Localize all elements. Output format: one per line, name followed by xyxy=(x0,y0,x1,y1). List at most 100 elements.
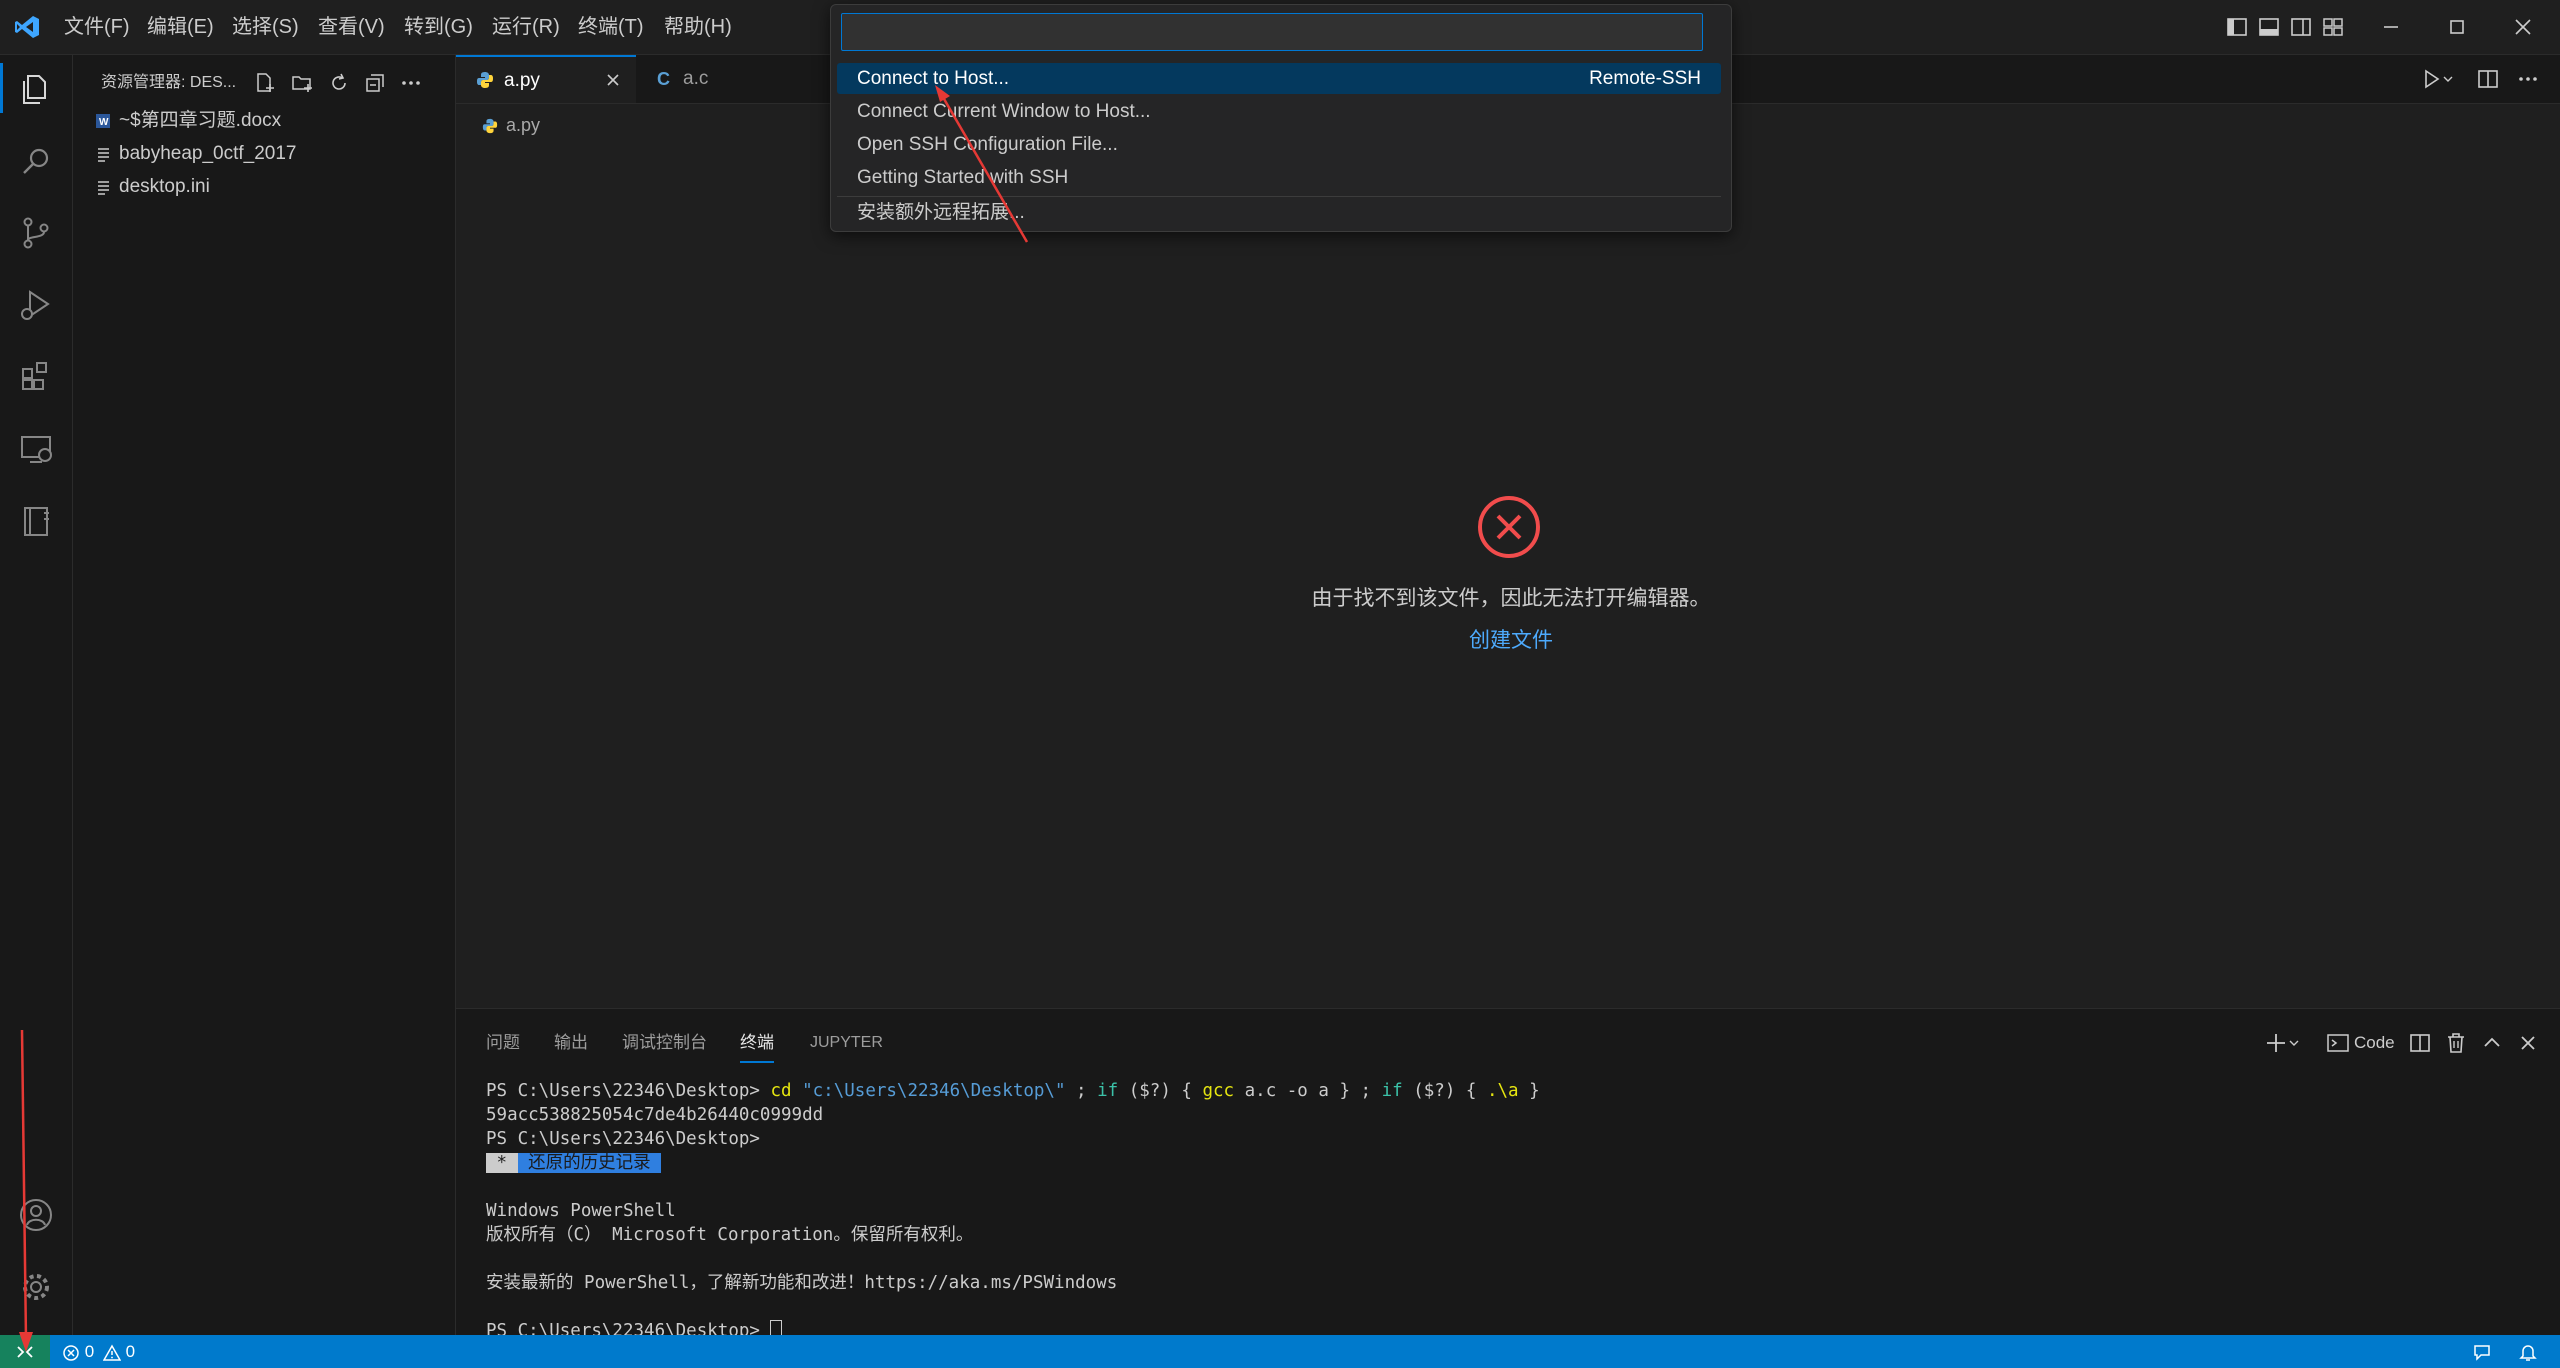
qp-item-connect-to-host[interactable]: Connect to Host... Remote-SSH xyxy=(837,63,1721,94)
bottom-panel: 问题 输出 调试控制台 终端 JUPYTER Code PS C:\Users\… xyxy=(456,1008,2560,1342)
source-control-icon[interactable] xyxy=(14,211,58,255)
panel-tab-output[interactable]: 输出 xyxy=(554,1025,588,1061)
qp-item-label: Connect Current Window to Host... xyxy=(857,101,1151,122)
qp-item-detail: Remote-SSH xyxy=(1589,68,1701,89)
panel-tab-problems[interactable]: 问题 xyxy=(486,1025,520,1061)
text-file-icon xyxy=(95,178,113,196)
kill-terminal-trash-icon[interactable] xyxy=(2444,1031,2468,1055)
run-debug-icon[interactable] xyxy=(14,283,58,327)
extensions-icon[interactable] xyxy=(14,355,58,399)
error-circle-icon xyxy=(1476,494,1542,560)
qp-item-getting-started-ssh[interactable]: Getting Started with SSH xyxy=(837,162,1721,193)
maximize-icon[interactable] xyxy=(2446,16,2468,38)
toggle-panel-icon[interactable] xyxy=(2258,16,2280,38)
remote-icon xyxy=(17,1346,33,1358)
problems-indicator[interactable]: 0 0 xyxy=(62,1335,135,1368)
error-count: 0 xyxy=(84,1342,95,1361)
close-panel-icon[interactable] xyxy=(2516,1031,2540,1055)
notebook-icon[interactable] xyxy=(14,499,58,543)
restored-history-marker: * 还原的历史记录 xyxy=(486,1153,662,1173)
editor-area: a.py 由于找不到该文件，因此无法打开编辑器。 创建文件 xyxy=(456,104,2560,1008)
terminal-line: 版权所有（C） Microsoft Corporation。保留所有权利。 xyxy=(486,1225,974,1245)
file-item[interactable]: W ~$第四章习题.docx xyxy=(95,105,281,137)
panel-tab-jupyter[interactable]: JUPYTER xyxy=(810,1025,883,1061)
feedback-icon[interactable] xyxy=(2472,1342,2492,1362)
accounts-icon[interactable] xyxy=(14,1193,58,1237)
menu-edit[interactable]: 编辑(E) xyxy=(147,0,214,54)
menu-help[interactable]: 帮助(H) xyxy=(664,0,732,54)
minimize-icon[interactable] xyxy=(2380,16,2402,38)
terminal-profile-label[interactable]: Code xyxy=(2354,1028,2395,1058)
refresh-icon[interactable] xyxy=(327,71,351,95)
qp-item-open-ssh-config[interactable]: Open SSH Configuration File... xyxy=(837,129,1721,160)
menu-terminal[interactable]: 终端(T) xyxy=(578,0,644,54)
warning-icon xyxy=(102,1344,121,1362)
customize-layout-icon[interactable] xyxy=(2322,16,2344,38)
split-editor-icon[interactable] xyxy=(2476,67,2500,91)
terminal-line: PS C:\Users\22346\Desktop> cd "c:\Users\… xyxy=(486,1081,1540,1101)
status-bar: 0 0 xyxy=(0,1335,2560,1368)
error-message: 由于找不到该文件，因此无法打开编辑器。 xyxy=(1311,587,1711,610)
tab-a-py[interactable]: a.py xyxy=(456,55,636,103)
menu-view[interactable]: 查看(V) xyxy=(318,0,385,54)
c-icon: C xyxy=(657,69,670,89)
active-indicator xyxy=(0,63,3,113)
file-item[interactable]: babyheap_0ctf_2017 xyxy=(95,138,297,170)
menu-selection[interactable]: 选择(S) xyxy=(232,0,299,54)
explorer-sidebar: 资源管理器: DES... W ~$第四章习题.docx babyheap_0ct… xyxy=(73,55,456,1335)
sidebar-title: 资源管理器: DES... xyxy=(101,74,237,91)
qp-item-label: Open SSH Configuration File... xyxy=(857,134,1118,155)
vscode-logo-icon xyxy=(14,14,40,40)
explorer-icon[interactable] xyxy=(14,67,58,111)
close-window-icon[interactable] xyxy=(2512,16,2534,38)
new-file-icon[interactable] xyxy=(253,71,277,95)
new-folder-icon[interactable] xyxy=(290,71,314,95)
file-name: desktop.ini xyxy=(119,176,210,197)
terminal-line: PS C:\Users\22346\Desktop> xyxy=(486,1129,760,1149)
search-icon[interactable] xyxy=(14,139,58,183)
command-input[interactable] xyxy=(841,13,1703,51)
tab-label: a.c xyxy=(683,68,709,89)
tab-label: a.py xyxy=(504,70,540,91)
warning-count: 0 xyxy=(125,1342,136,1361)
manage-gear-icon[interactable] xyxy=(14,1265,58,1309)
word-file-icon: W xyxy=(95,112,113,130)
menu-go[interactable]: 转到(G) xyxy=(404,0,473,54)
remote-indicator[interactable] xyxy=(0,1335,50,1368)
more-editor-actions-icon[interactable] xyxy=(2516,67,2540,91)
qp-item-install-remote-extensions[interactable]: 安装额外远程拓展... xyxy=(837,197,1721,228)
breadcrumb-label: a.py xyxy=(506,115,541,135)
qp-item-label: 安装额外远程拓展... xyxy=(857,202,1025,223)
split-terminal-icon[interactable] xyxy=(2408,1031,2432,1055)
file-name: babyheap_0ctf_2017 xyxy=(119,143,297,164)
toggle-primary-sidebar-icon[interactable] xyxy=(2226,16,2248,38)
python-icon xyxy=(476,71,494,89)
breadcrumb[interactable]: a.py xyxy=(482,110,540,140)
tab-a-c[interactable]: C a.c xyxy=(637,55,807,103)
maximize-panel-chevron-up-icon[interactable] xyxy=(2480,1031,2504,1055)
remote-explorer-icon[interactable] xyxy=(14,427,58,471)
svg-text:W: W xyxy=(99,117,109,128)
terminal-line: 59acc538825054c7de4b26440c0999dd xyxy=(486,1105,824,1125)
quick-pick: Connect to Host... Remote-SSH Connect Cu… xyxy=(830,4,1732,232)
notifications-bell-icon[interactable] xyxy=(2518,1342,2538,1362)
collapse-all-icon[interactable] xyxy=(363,71,387,95)
panel-tab-terminal[interactable]: 终端 xyxy=(740,1025,774,1063)
terminal-line: 安装最新的 PowerShell，了解新功能和改进！https://aka.ms… xyxy=(486,1273,1118,1293)
run-file-icon[interactable] xyxy=(2420,67,2456,91)
menu-file[interactable]: 文件(F) xyxy=(64,0,130,54)
create-file-link[interactable]: 创建文件 xyxy=(1416,624,1606,654)
qp-item-connect-current-window[interactable]: Connect Current Window to Host... xyxy=(837,96,1721,127)
file-item[interactable]: desktop.ini xyxy=(95,171,210,203)
terminal-line: Windows PowerShell xyxy=(486,1201,676,1221)
panel-tab-debug-console[interactable]: 调试控制台 xyxy=(622,1025,707,1061)
qp-item-label: Connect to Host... xyxy=(857,68,1010,89)
close-tab-icon[interactable] xyxy=(604,71,622,89)
activity-bar xyxy=(0,55,73,1335)
toggle-secondary-sidebar-icon[interactable] xyxy=(2290,16,2312,38)
python-icon xyxy=(482,118,498,134)
menu-run[interactable]: 运行(R) xyxy=(492,0,560,54)
new-terminal-icon[interactable] xyxy=(2266,1031,2306,1055)
terminal-profile-icon[interactable] xyxy=(2326,1031,2350,1055)
more-actions-icon[interactable] xyxy=(399,71,423,95)
